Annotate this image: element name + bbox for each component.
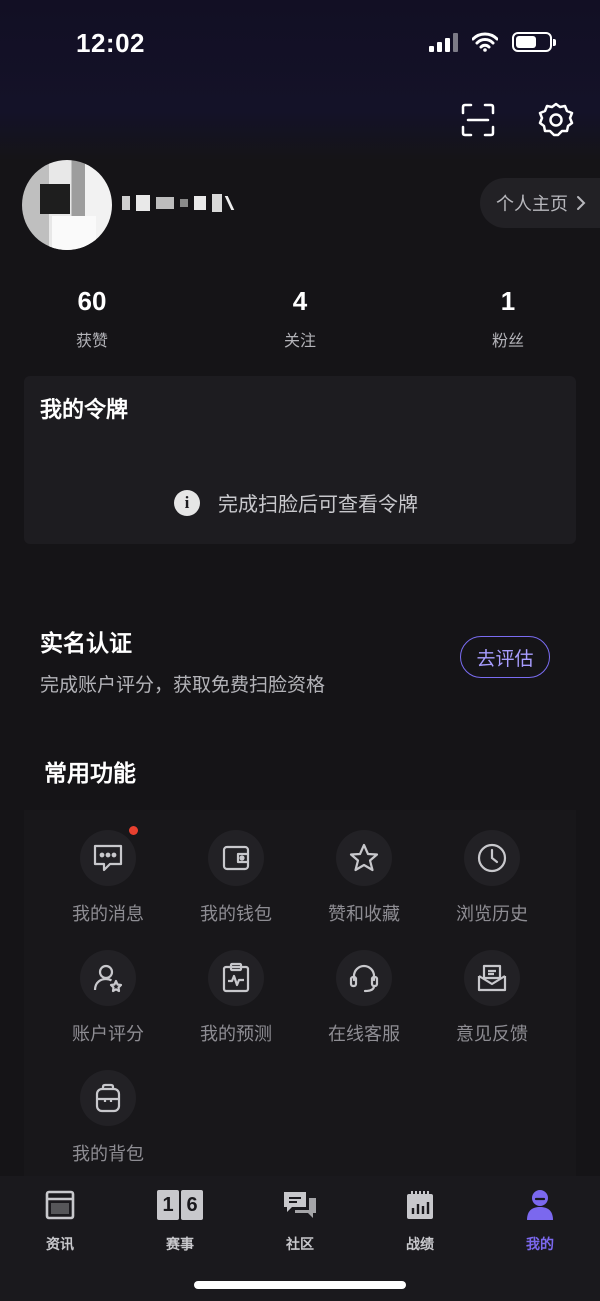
wallet-icon bbox=[222, 845, 250, 871]
stat-following[interactable]: 4 关注 bbox=[240, 286, 360, 351]
chevron-right-icon bbox=[577, 196, 586, 210]
status-bar: 12:02 bbox=[0, 0, 600, 90]
tab-label: 我的 bbox=[526, 1237, 554, 1253]
avatar[interactable] bbox=[22, 160, 112, 250]
wifi-icon bbox=[472, 32, 498, 52]
feature-my-predictions[interactable]: 我的预测 bbox=[176, 950, 296, 1046]
scoreboard-digit: 6 bbox=[181, 1190, 203, 1220]
stat-label: 粉丝 bbox=[491, 331, 524, 350]
personal-homepage-label: 个人主页 bbox=[496, 194, 568, 215]
news-icon bbox=[45, 1190, 75, 1220]
scan-button[interactable] bbox=[458, 100, 498, 140]
profile-header: 个人主页 bbox=[22, 160, 600, 256]
mail-icon bbox=[477, 964, 507, 992]
stat-likes[interactable]: 60 获赞 bbox=[32, 286, 152, 351]
header-actions bbox=[458, 100, 576, 140]
username-pixelated bbox=[122, 194, 244, 212]
feature-label: 浏览历史 bbox=[456, 904, 528, 925]
chat-bubbles-icon bbox=[284, 1192, 316, 1218]
stats-icon bbox=[407, 1191, 433, 1219]
feature-my-backpack[interactable]: 我的背包 bbox=[48, 1070, 168, 1166]
feature-my-wallet[interactable]: 我的钱包 bbox=[176, 830, 296, 926]
gear-icon bbox=[538, 102, 574, 137]
message-icon bbox=[93, 844, 123, 872]
tab-label: 战绩 bbox=[406, 1237, 434, 1253]
real-name-section: 实名认证 完成账户评分，获取免费扫脸资格 去评估 bbox=[40, 624, 560, 696]
feature-my-messages[interactable]: 我的消息 bbox=[48, 826, 168, 926]
stat-label: 获赞 bbox=[75, 331, 108, 350]
tab-label: 社区 bbox=[286, 1237, 314, 1253]
feature-online-support[interactable]: 在线客服 bbox=[304, 950, 424, 1046]
features-panel: 我的消息 我的钱包 赞和收藏 浏览历史 账户评分 我的预测 在线客服 意见反馈 … bbox=[24, 810, 576, 1180]
feature-feedback[interactable]: 意见反馈 bbox=[432, 950, 552, 1046]
token-card-title: 我的令牌 bbox=[40, 398, 129, 423]
feature-label: 我的背包 bbox=[72, 1144, 144, 1165]
token-hint-text: 完成扫脸后可查看令牌 bbox=[218, 492, 418, 516]
settings-button[interactable] bbox=[536, 100, 576, 140]
evaluate-button[interactable]: 去评估 bbox=[460, 636, 550, 678]
feature-label: 账户评分 bbox=[72, 1024, 144, 1045]
tab-news[interactable]: 资讯 bbox=[20, 1186, 100, 1254]
info-icon: i bbox=[174, 489, 200, 516]
tab-mine[interactable]: 我的 bbox=[500, 1186, 580, 1254]
stat-value: 60 bbox=[77, 286, 107, 316]
status-time: 12:02 bbox=[76, 28, 145, 58]
tab-label: 赛事 bbox=[166, 1237, 194, 1253]
feature-label: 在线客服 bbox=[328, 1024, 400, 1045]
token-hint: i 完成扫脸后可查看令牌 bbox=[174, 488, 418, 517]
stat-value: 4 bbox=[292, 286, 308, 316]
tab-matches[interactable]: 1 6 赛事 bbox=[140, 1186, 220, 1254]
feature-history[interactable]: 浏览历史 bbox=[432, 830, 552, 926]
profile-icon bbox=[527, 1190, 553, 1220]
user-star-icon bbox=[93, 964, 123, 993]
scoreboard-icon: 1 6 bbox=[140, 1186, 220, 1224]
headset-icon bbox=[349, 964, 379, 993]
star-icon bbox=[349, 843, 379, 872]
scoreboard-digit: 1 bbox=[157, 1190, 179, 1220]
personal-homepage-link[interactable]: 个人主页 bbox=[480, 178, 600, 228]
stat-followers[interactable]: 1 粉丝 bbox=[448, 286, 568, 351]
battery-icon bbox=[512, 32, 556, 52]
feature-label: 我的钱包 bbox=[200, 904, 272, 925]
clock-icon bbox=[477, 843, 507, 873]
feature-label: 赞和收藏 bbox=[328, 904, 400, 925]
tab-label: 资讯 bbox=[46, 1237, 74, 1253]
feature-label: 意见反馈 bbox=[456, 1024, 528, 1045]
status-icons bbox=[429, 32, 556, 52]
stat-value: 1 bbox=[500, 286, 516, 316]
tab-records[interactable]: 战绩 bbox=[380, 1186, 460, 1254]
home-indicator[interactable] bbox=[194, 1281, 406, 1289]
cellular-signal-icon bbox=[429, 32, 458, 52]
feature-label: 我的消息 bbox=[72, 904, 144, 925]
feature-account-rating[interactable]: 账户评分 bbox=[48, 950, 168, 1046]
scan-icon bbox=[461, 103, 495, 137]
token-card[interactable]: 我的令牌 i 完成扫脸后可查看令牌 bbox=[24, 376, 576, 544]
clipboard-pulse-icon bbox=[222, 962, 250, 993]
backpack-icon bbox=[95, 1083, 121, 1113]
stat-label: 关注 bbox=[283, 331, 316, 350]
feature-label: 我的预测 bbox=[200, 1024, 272, 1045]
features-title: 常用功能 bbox=[44, 761, 136, 787]
tab-community[interactable]: 社区 bbox=[260, 1186, 340, 1254]
feature-likes-favorites[interactable]: 赞和收藏 bbox=[304, 830, 424, 926]
unread-badge bbox=[129, 826, 138, 835]
